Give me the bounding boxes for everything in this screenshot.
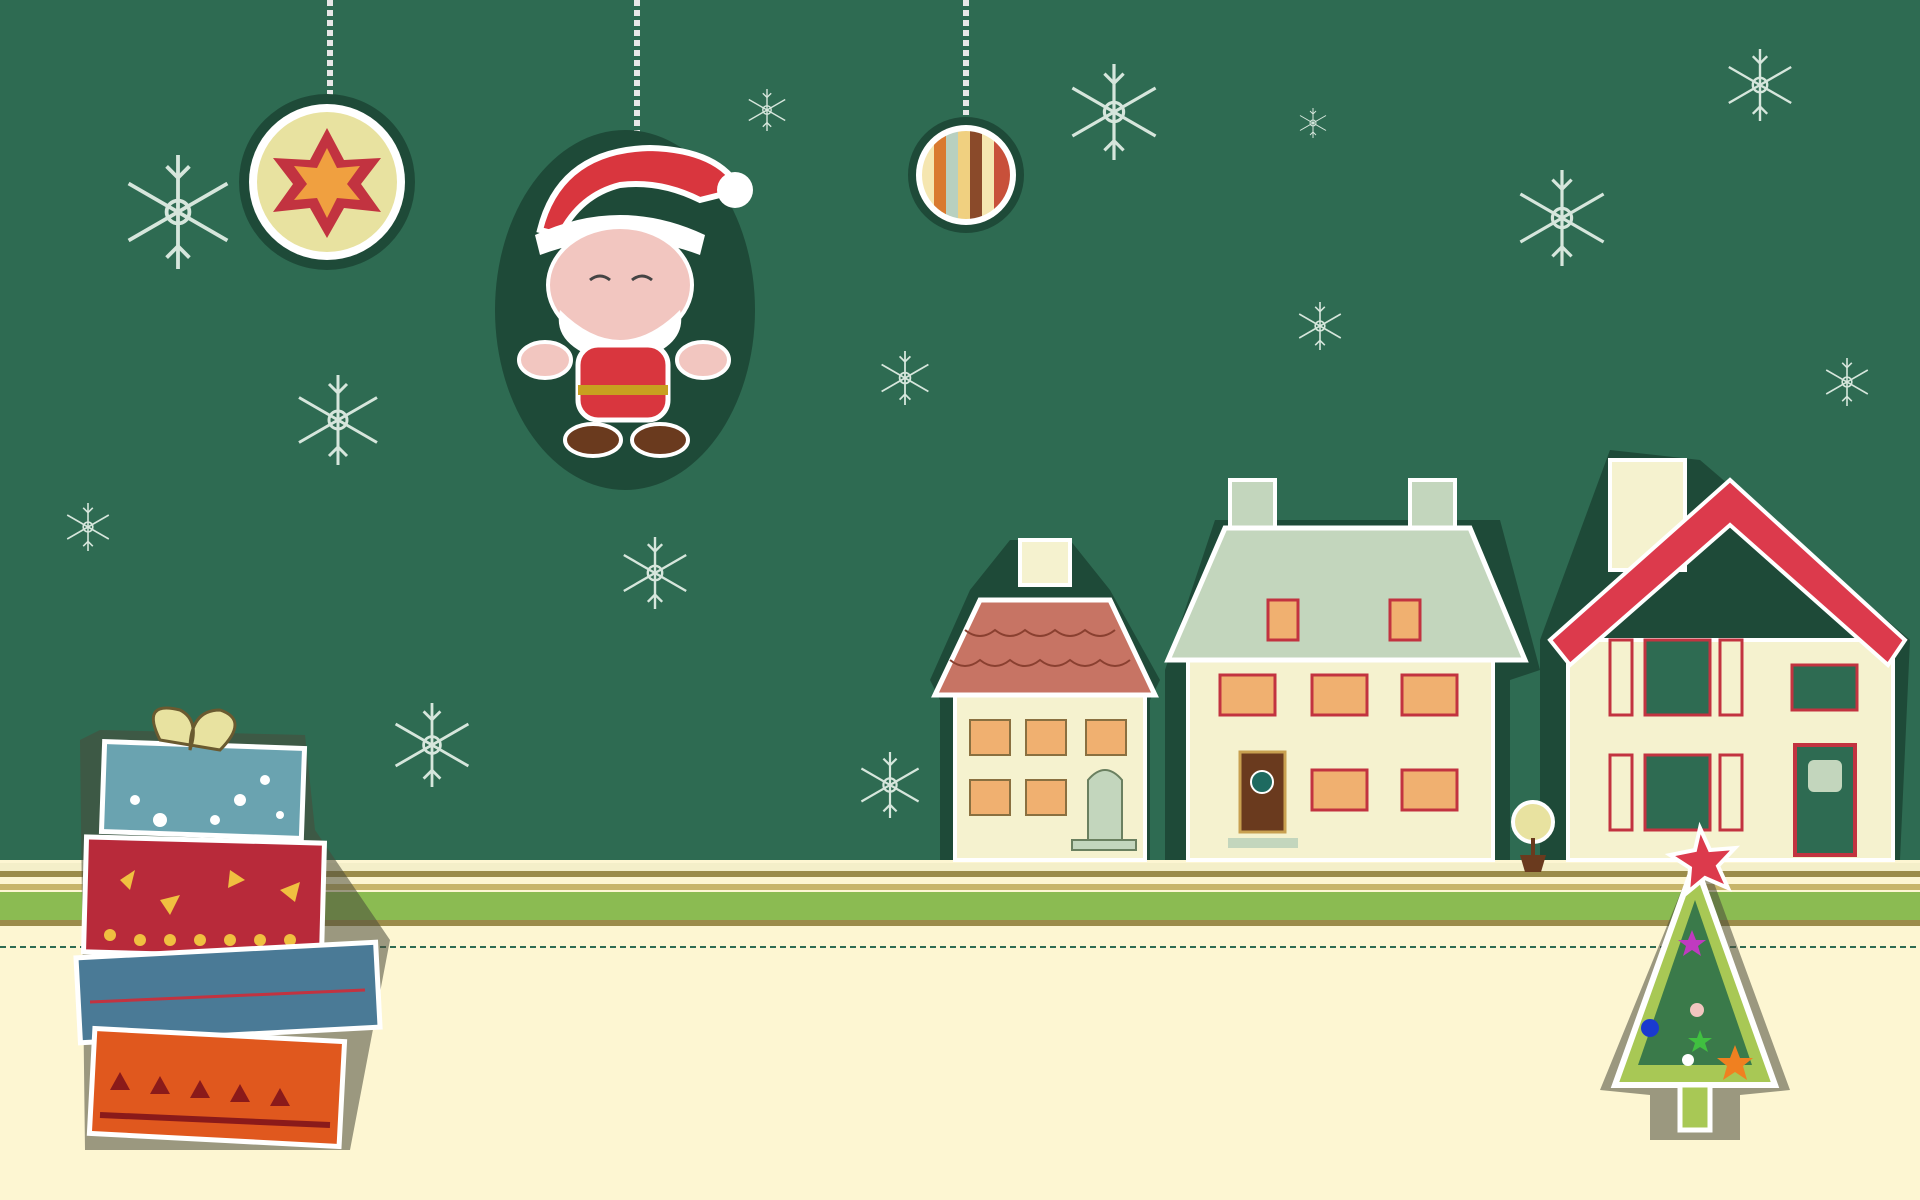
bow-top-blue-gift <box>98 738 308 842</box>
large-grey-roof-house <box>1164 478 1540 862</box>
scene-canvas <box>0 0 1920 1200</box>
christmas-scene <box>0 0 1920 1200</box>
